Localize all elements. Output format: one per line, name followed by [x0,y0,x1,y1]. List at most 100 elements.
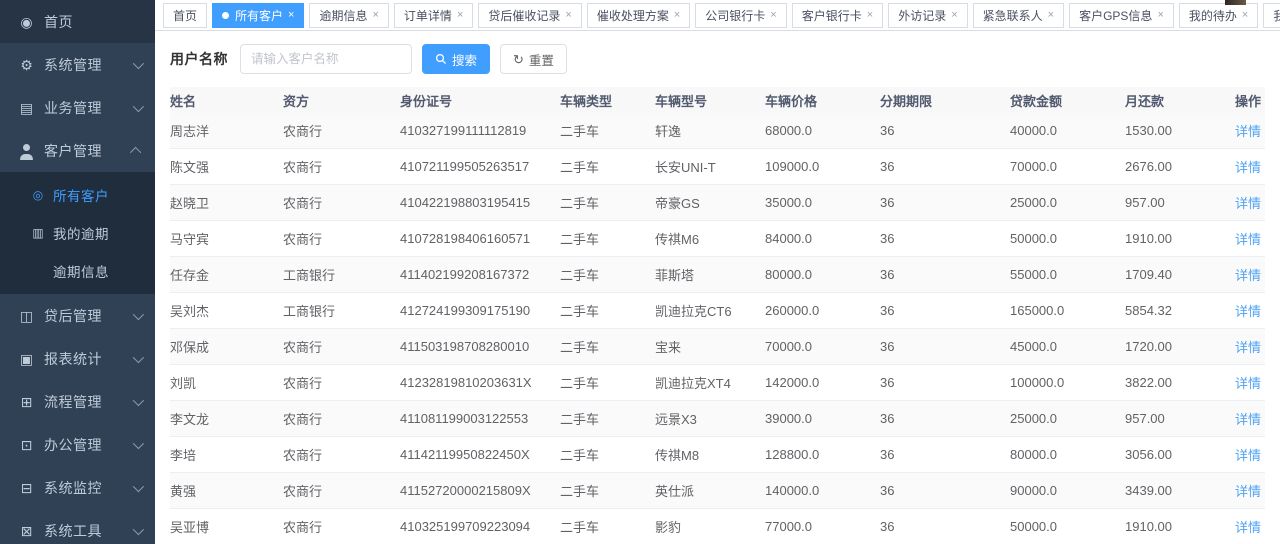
detail-link[interactable]: 详情 [1235,412,1261,427]
detail-link[interactable]: 详情 [1235,124,1261,139]
tab-逾期信息[interactable]: 逾期信息 × [309,3,388,28]
sidebar-item-label: 系统工具 [44,521,133,541]
sidebar-item-系统管理[interactable]: ⚙系统管理 [0,43,155,86]
table-row: 吴刘杰工商银行412724199309175190二手车凯迪拉克CT626000… [170,293,1265,329]
table-row: 陈文强农商行410721199505263517二手车长安UNI-T109000… [170,149,1265,185]
customer-name-input[interactable] [240,44,412,74]
sidebar-item-所有客户[interactable]: ◎所有客户 [0,176,155,214]
close-icon[interactable]: × [951,10,957,21]
cell: 凯迪拉克XT4 [655,365,765,401]
sidebar-item-系统监控[interactable]: ⊟系统监控 [0,466,155,509]
close-icon[interactable]: × [770,10,776,21]
sidebar-item-业务管理[interactable]: ▤业务管理 [0,86,155,129]
cell: 农商行 [283,437,400,473]
close-icon[interactable]: × [867,10,873,21]
table-row: 赵晓卫农商行410422198803195415二手车帝豪GS35000.036… [170,185,1265,221]
cell-actions: 详情 [1215,149,1265,185]
sidebar-item-客户管理[interactable]: 客户管理 [0,129,155,172]
sidebar-item-label: 我的逾期 [53,223,141,243]
tab-催收处理方案[interactable]: 催收处理方案× [587,3,690,28]
sidebar-item-label: 逾期信息 [53,261,141,281]
reset-button-label: 重置 [529,50,554,69]
sidebar-item-逾期信息[interactable]: 逾期信息 [0,252,155,290]
sidebar-item-label: 系统管理 [44,55,133,75]
tab-贷后催收记录[interactable]: 贷后催收记录 × [478,3,581,28]
cell: 李文龙 [170,401,283,437]
cell: 农商行 [283,329,400,365]
detail-link[interactable]: 详情 [1235,520,1261,535]
detail-link[interactable]: 详情 [1235,448,1261,463]
close-icon[interactable]: × [565,10,571,21]
cell: 二手车 [560,293,655,329]
detail-link[interactable]: 详情 [1235,160,1261,175]
cell: 36 [880,509,1010,544]
tab-label: 外访记录 [898,7,946,24]
app-root: ◉首页⚙系统管理▤业务管理客户管理◎所有客户▥我的逾期逾期信息◫贷后管理▣报表统… [0,0,1280,544]
tab-label: 逾期信息 [319,7,367,24]
close-icon[interactable]: × [457,10,463,21]
detail-link[interactable]: 详情 [1235,340,1261,355]
close-icon[interactable]: × [1242,10,1248,21]
cell: 36 [880,401,1010,437]
cell: 70000.0 [1010,149,1125,185]
sidebar-item-流程管理[interactable]: ⊞流程管理 [0,380,155,423]
refresh-icon: ↻ [513,53,524,66]
sidebar-item-首页[interactable]: ◉首页 [0,0,155,43]
sidebar-item-label: 首页 [44,12,141,32]
tab-首页[interactable]: 首页 [163,3,207,28]
cell: 36 [880,293,1010,329]
tab-订单详情[interactable]: 订单详情× [394,3,473,28]
cell: 赵晓卫 [170,185,283,221]
sidebar-item-label: 贷后管理 [44,306,133,326]
tab-客户GPS信息[interactable]: 客户GPS信息 × [1069,3,1174,28]
tab-我的待办[interactable]: 我的待办× [1179,3,1258,28]
sidebar-item-我的逾期[interactable]: ▥我的逾期 [0,214,155,252]
cell: 41152720000215809X [400,473,560,509]
cell: 260000.0 [765,293,880,329]
reset-button[interactable]: ↻ 重置 [500,44,567,74]
cell: 工商银行 [283,293,400,329]
search-button[interactable]: 搜索 [422,44,490,74]
sidebar-item-贷后管理[interactable]: ◫贷后管理 [0,294,155,337]
cell: 二手车 [560,437,655,473]
cell-actions: 详情 [1215,401,1265,437]
sidebar-item-办公管理[interactable]: ⊡办公管理 [0,423,155,466]
cell: 轩逸 [655,113,765,149]
cell: 36 [880,113,1010,149]
avatar[interactable] [1225,0,1246,5]
tab-所有客户[interactable]: 所有客户× [212,3,304,28]
cell: 农商行 [283,149,400,185]
column-header-资方: 资方 [283,87,400,113]
close-icon[interactable]: × [674,10,680,21]
detail-link[interactable]: 详情 [1235,376,1261,391]
detail-link[interactable]: 详情 [1235,268,1261,283]
close-icon[interactable]: × [288,10,294,21]
cell: 40000.0 [1010,113,1125,149]
detail-link[interactable]: 详情 [1235,196,1261,211]
sidebar-item-系统工具[interactable]: ⊠系统工具 [0,509,155,544]
cell: 55000.0 [1010,257,1125,293]
close-icon[interactable]: × [1048,10,1054,21]
cell: 二手车 [560,329,655,365]
cell: 412724199309175190 [400,293,560,329]
close-icon[interactable]: × [372,10,378,21]
main-area: 首页所有客户×逾期信息×订单详情×贷后催收记录×催收处理方案×公司银行卡×客户银… [155,0,1280,544]
detail-link[interactable]: 详情 [1235,232,1261,247]
tab-label: 贷后催收记录 [488,7,560,24]
cell-actions: 详情 [1215,221,1265,257]
cell: 957.00 [1125,401,1215,437]
detail-link[interactable]: 详情 [1235,484,1261,499]
tab-外访记录[interactable]: 外访记录 × [888,3,967,28]
search-button-label: 搜索 [452,50,477,69]
tab-紧急联系人[interactable]: 紧急联系人× [973,3,1064,28]
chevron-down-icon [133,308,144,319]
detail-link[interactable]: 详情 [1235,304,1261,319]
chevron-down-icon [133,351,144,362]
tab-公司银行卡[interactable]: 公司银行卡× [695,3,786,28]
tab-label: 客户GPS信息 [1079,7,1152,24]
sidebar-item-报表统计[interactable]: ▣报表统计 [0,337,155,380]
tab-客户银行卡[interactable]: 客户银行卡× [792,3,883,28]
column-header-姓名: 姓名 [170,87,283,113]
tab-我的流程[interactable]: 我的流程× [1263,3,1280,28]
close-icon[interactable]: × [1157,10,1163,21]
